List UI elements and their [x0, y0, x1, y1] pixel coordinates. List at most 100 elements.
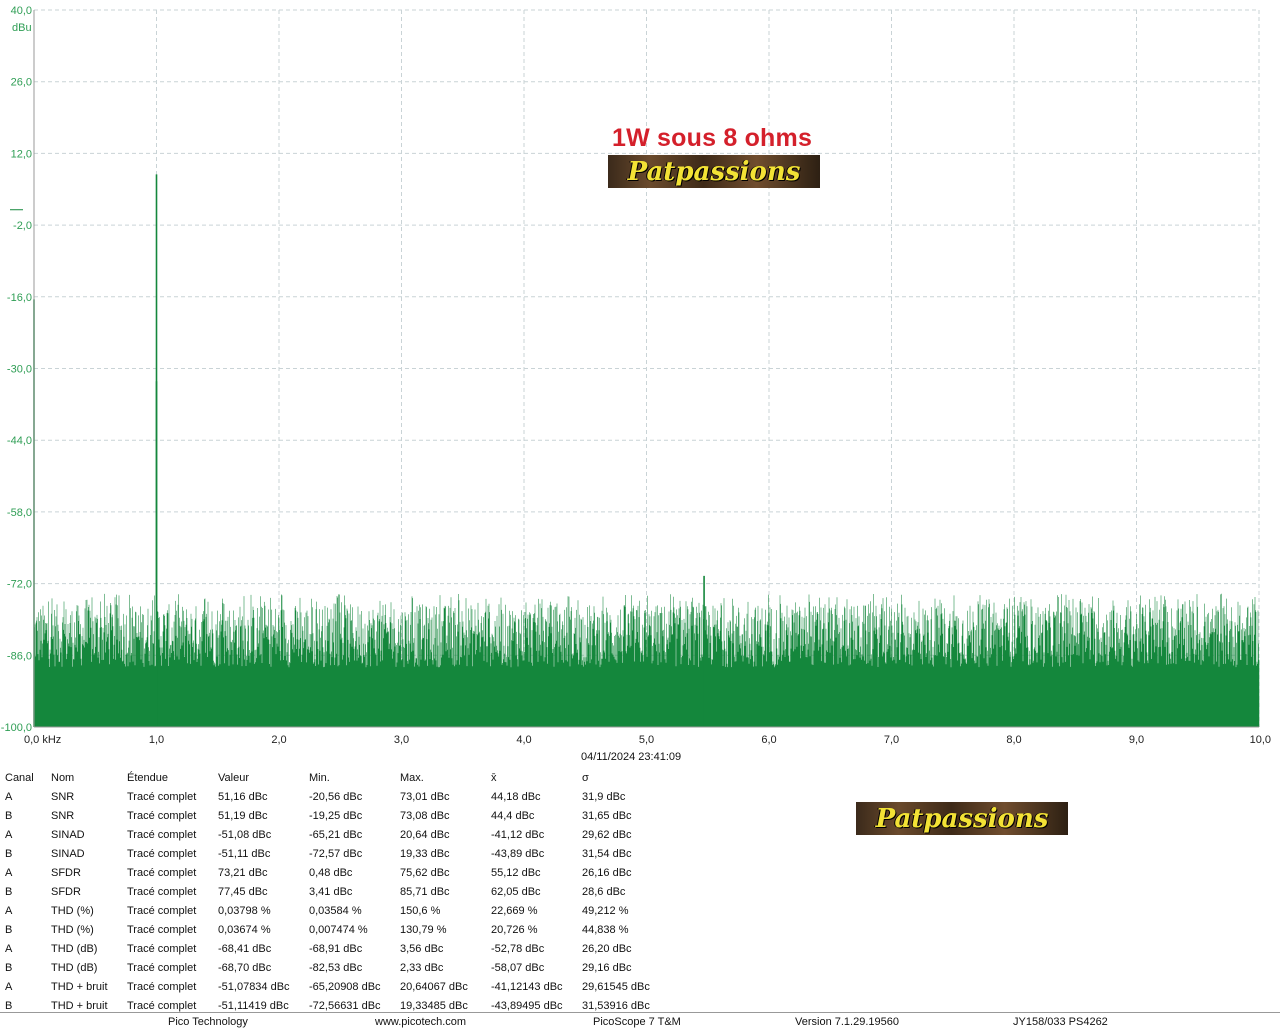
table-cell: SNR [51, 790, 75, 803]
table-cell: -51,08 dBc [218, 828, 272, 841]
column-header: x̄ [491, 771, 497, 784]
footer-website[interactable]: www.picotech.com [375, 1016, 466, 1028]
footer-product: PicoScope 7 T&M [593, 1016, 681, 1028]
table-cell: 31,9 dBc [582, 790, 626, 803]
patpassions-logo-2: Patpassions [856, 802, 1068, 835]
table-cell: THD (%) [51, 923, 94, 936]
y-tick-label: 40,0 [11, 5, 32, 17]
table-cell: -51,11 dBc [218, 847, 271, 860]
measurements-table: Canal Nom Étendue Valeur Min. Max. x̄ σ A SNR Tra… [2, 768, 670, 1015]
table-cell: 75,62 dBc [400, 866, 450, 879]
column-header: Valeur [218, 771, 249, 784]
table-cell: Tracé complet [127, 828, 197, 841]
table-cell: -51,07834 dBc [218, 980, 290, 993]
table-cell: Tracé complet [127, 923, 197, 936]
column-header: Min. [309, 771, 330, 784]
table-cell: SINAD [51, 828, 85, 841]
table-cell: 20,726 % [491, 923, 538, 936]
table-cell: A [5, 866, 13, 879]
table-cell: -43,89 dBc [491, 847, 545, 860]
table-cell: 29,16 dBc [582, 961, 632, 974]
x-tick-label: 6,0 [761, 734, 776, 746]
table-row: A SINAD Tracé complet -51,08 dBc -65,21 dBc 2… [2, 825, 670, 844]
y-tick-label: -100,0 [1, 722, 32, 734]
table-cell: 51,16 dBc [218, 790, 268, 803]
table-cell: 26,20 dBc [582, 942, 632, 955]
measurements-header: Canal Nom Étendue Valeur Min. Max. x̄ σ [2, 768, 670, 787]
table-cell: 44,18 dBc [491, 790, 541, 803]
capture-timestamp: 04/11/2024 23:41:09 [581, 751, 682, 763]
table-cell: 85,71 dBc [400, 885, 450, 898]
annotation-title: 1W sous 8 ohms [612, 124, 813, 152]
table-cell: -41,12 dBc [491, 828, 545, 841]
table-cell: 19,33 dBc [400, 847, 450, 860]
table-cell: SINAD [51, 847, 85, 860]
table-cell: 0,48 dBc [309, 866, 353, 879]
table-cell: THD (%) [51, 904, 94, 917]
table-cell: 73,08 dBc [400, 809, 450, 822]
footer-company: Pico Technology [168, 1016, 248, 1028]
table-cell: 28,6 dBc [582, 885, 626, 898]
table-cell: 3,41 dBc [309, 885, 353, 898]
table-cell: Tracé complet [127, 885, 197, 898]
table-cell: -68,91 dBc [309, 942, 363, 955]
table-cell: A [5, 980, 13, 993]
table-row: A THD (dB) Tracé complet -68,41 dBc -68,91 d… [2, 939, 670, 958]
column-header: Étendue [127, 771, 168, 784]
table-cell: -68,41 dBc [218, 942, 272, 955]
table-cell: 73,21 dBc [218, 866, 268, 879]
y-tick-label: -72,0 [7, 579, 32, 591]
table-cell: 22,669 % [491, 904, 538, 917]
y-tick-label: 26,0 [11, 77, 32, 89]
table-cell: 2,33 dBc [400, 961, 444, 974]
table-row: A THD (%) Tracé complet 0,03798 % 0,03584 % 1… [2, 901, 670, 920]
status-footer: Pico Technology www.picotech.com PicoSco… [0, 1012, 1280, 1030]
table-row: A SFDR Tracé complet 73,21 dBc 0,48 dBc 75,62… [2, 863, 670, 882]
table-cell: -20,56 dBc [309, 790, 363, 803]
table-row: B SNR Tracé complet 51,19 dBc -19,25 dBc 73,0… [2, 806, 670, 825]
table-cell: 77,45 dBc [218, 885, 268, 898]
table-cell: B [5, 923, 13, 936]
spectrum-chart: 40,0 26,0 12,0 -2,0 -16,0 -30,0 -44,0 -58,0 -72,… [1, 5, 1271, 746]
table-cell: Tracé complet [127, 847, 197, 860]
table-cell: THD + bruit [51, 980, 108, 993]
table-cell: SFDR [51, 866, 81, 879]
table-cell: 130,79 % [400, 923, 447, 936]
table-cell: 73,01 dBc [400, 790, 450, 803]
table-cell: 3,56 dBc [400, 942, 444, 955]
table-cell: B [5, 847, 13, 860]
x-tick-label: 3,0 [394, 734, 409, 746]
table-cell: SFDR [51, 885, 81, 898]
table-cell: 44,4 dBc [491, 809, 535, 822]
table-cell: 0,03798 % [218, 904, 271, 917]
table-cell: -19,25 dBc [309, 809, 363, 822]
x-tick-label: 10,0 [1250, 734, 1271, 746]
footer-device: JY158/033 PS4262 [1013, 1016, 1108, 1028]
x-tick-label: 5,0 [639, 734, 654, 746]
table-cell: Tracé complet [127, 961, 197, 974]
table-cell: 51,19 dBc [218, 809, 268, 822]
table-cell: B [5, 809, 13, 822]
column-header: σ [582, 771, 589, 784]
table-cell: 29,62 dBc [582, 828, 632, 841]
table-cell: 20,64 dBc [400, 828, 450, 841]
x-tick-label: 8,0 [1006, 734, 1021, 746]
table-cell: 0,03584 % [309, 904, 362, 917]
table-cell: A [5, 828, 13, 841]
table-cell: A [5, 904, 13, 917]
table-cell: 55,12 dBc [491, 866, 541, 879]
table-cell: SNR [51, 809, 75, 822]
y-axis-unit: dBu [12, 22, 32, 34]
table-cell: THD (dB) [51, 942, 98, 955]
y-tick-label: 12,0 [11, 148, 32, 160]
table-cell: Tracé complet [127, 980, 197, 993]
x-tick-label: 4,0 [516, 734, 531, 746]
table-cell: -52,78 dBc [491, 942, 545, 955]
table-cell: Tracé complet [127, 866, 197, 879]
table-cell: THD (dB) [51, 961, 98, 974]
table-cell: -68,70 dBc [218, 961, 272, 974]
y-tick-label: -86,0 [7, 650, 32, 662]
table-cell: Tracé complet [127, 904, 197, 917]
table-cell: 0,007474 % [309, 923, 368, 936]
table-cell: -65,21 dBc [309, 828, 363, 841]
